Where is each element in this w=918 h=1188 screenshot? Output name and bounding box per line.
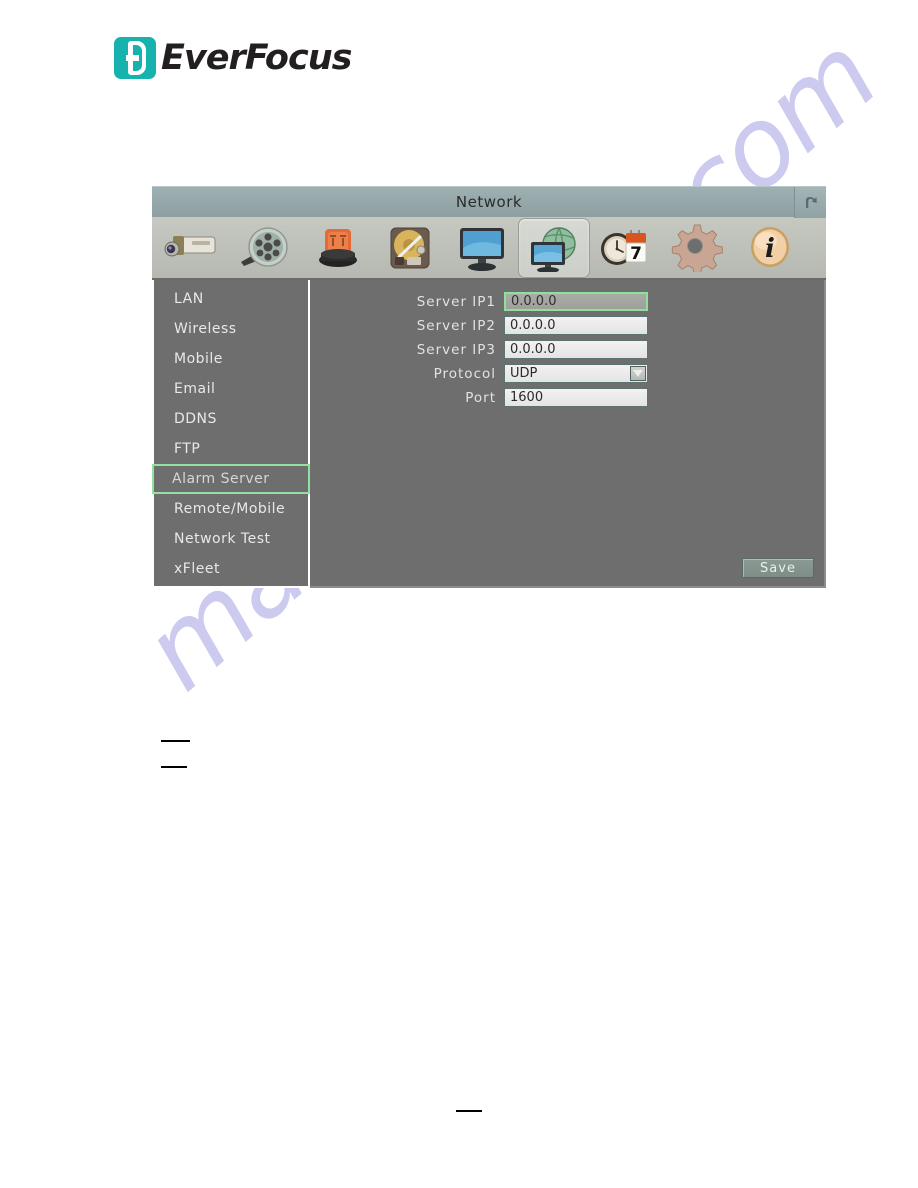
form-row-server-ip3: Server IP3 0.0.0.0: [310, 338, 824, 361]
everfocus-logo-mark: [114, 37, 156, 79]
input-server-ip2[interactable]: 0.0.0.0: [504, 316, 648, 335]
hard-disk-icon: [390, 227, 430, 268]
module-toolbar: 7 i: [152, 217, 826, 280]
input-server-ip3[interactable]: 0.0.0.0: [504, 340, 648, 359]
page-title: Network: [455, 193, 523, 211]
toolbar-item-disk[interactable]: [374, 218, 446, 278]
toolbar-item-display[interactable]: [446, 218, 518, 278]
camera-icon: [164, 235, 216, 256]
label-server-ip1: Server IP1: [416, 293, 496, 310]
settings-sidebar: LAN Wireless Mobile Email DDNS FTP Alarm…: [152, 280, 310, 588]
sidebar-item-lan[interactable]: LAN: [154, 284, 308, 314]
svg-text:i: i: [765, 234, 775, 264]
sidebar-item-alarm-server[interactable]: Alarm Server: [152, 464, 310, 494]
sidebar-item-xfleet[interactable]: xFleet: [154, 554, 308, 584]
page-rule-lower: [161, 766, 187, 768]
label-port: Port: [465, 389, 496, 406]
svg-text:7: 7: [630, 244, 642, 264]
form-row-server-ip1: Server IP1 0.0.0.0: [310, 290, 824, 313]
select-protocol[interactable]: UDP: [504, 364, 648, 383]
monitor-icon: [460, 227, 504, 271]
toolbar-item-network[interactable]: [518, 217, 590, 278]
clock-calendar-icon: 7: [601, 229, 647, 265]
film-reel-icon: [241, 226, 288, 267]
chevron-down-icon[interactable]: [630, 366, 646, 381]
toolbar-item-alarm[interactable]: [302, 218, 374, 278]
input-port[interactable]: 1600: [504, 388, 648, 407]
alarm-server-form: Server IP1 0.0.0.0 Server IP2 0.0.0.0 Se…: [310, 290, 824, 410]
panel-body: LAN Wireless Mobile Email DDNS FTP Alarm…: [152, 280, 826, 588]
save-button[interactable]: Save: [742, 558, 814, 578]
back-button[interactable]: [794, 187, 826, 218]
sidebar-item-wireless[interactable]: Wireless: [154, 314, 308, 344]
sidebar-item-email[interactable]: Email: [154, 374, 308, 404]
label-protocol: Protocol: [433, 365, 496, 382]
everfocus-wordmark: EverFocus: [161, 37, 352, 78]
label-server-ip2: Server IP2: [416, 317, 496, 334]
toolbar-item-camera[interactable]: [158, 218, 230, 278]
info-icon: i: [751, 226, 789, 267]
sidebar-item-mobile[interactable]: Mobile: [154, 344, 308, 374]
toolbar-item-information[interactable]: i: [734, 218, 806, 278]
toolbar-item-record[interactable]: [230, 218, 302, 278]
sidebar-item-remote-mobile[interactable]: Remote/Mobile: [154, 494, 308, 524]
input-server-ip1[interactable]: 0.0.0.0: [504, 292, 648, 311]
form-row-server-ip2: Server IP2 0.0.0.0: [310, 314, 824, 337]
page-rule-upper: [161, 740, 190, 742]
form-row-port: Port 1600: [310, 386, 824, 409]
window-titlebar: Network: [152, 186, 826, 218]
sidebar-item-ddns[interactable]: DDNS: [154, 404, 308, 434]
form-row-protocol: Protocol UDP: [310, 362, 824, 385]
back-arrow-icon: [805, 196, 817, 208]
page-footer-rule: [456, 1110, 482, 1112]
sidebar-item-network-test[interactable]: Network Test: [154, 524, 308, 554]
network-globe-icon: [531, 226, 576, 272]
toolbar-item-date-time[interactable]: 7: [590, 218, 662, 278]
sidebar-item-ftp[interactable]: FTP: [154, 434, 308, 464]
dvr-settings-window: Network 7 i LAN Wireless Mobile Email DD…: [152, 186, 826, 588]
select-protocol-value: UDP: [510, 366, 538, 381]
everfocus-logo: EverFocus: [114, 36, 352, 80]
toolbar-item-system[interactable]: [662, 218, 734, 278]
gear-icon: [671, 223, 723, 272]
label-server-ip3: Server IP3: [416, 341, 496, 358]
settings-content: Server IP1 0.0.0.0 Server IP2 0.0.0.0 Se…: [310, 280, 826, 588]
alarm-siren-icon: [319, 228, 357, 267]
page-watermark: manualshive.com: [0, 0, 918, 1188]
